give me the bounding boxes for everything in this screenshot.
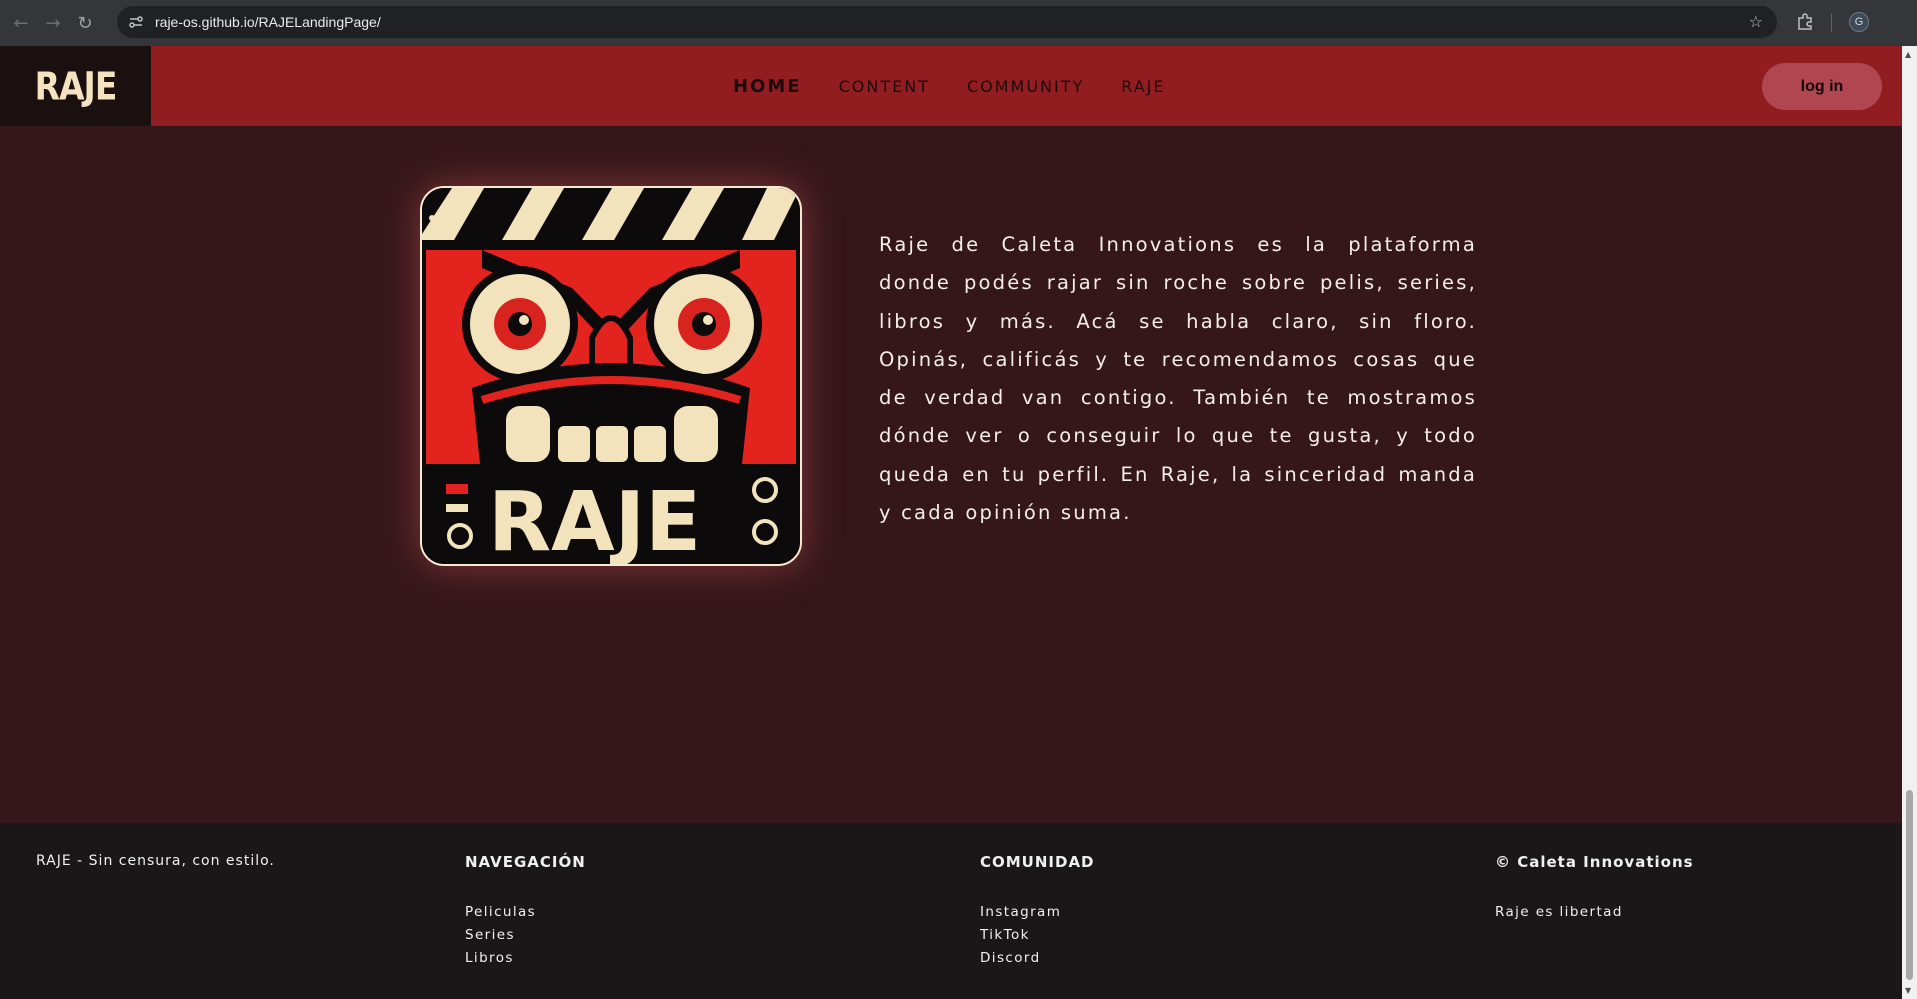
nav-community[interactable]: COMMUNITY: [967, 77, 1084, 96]
footer-link-tiktok[interactable]: TikTok: [980, 924, 1095, 947]
footer-link-peliculas[interactable]: Peliculas: [465, 901, 586, 924]
nav-raje[interactable]: RAJE: [1121, 77, 1165, 96]
browser-toolbar: ← → ↻ raje-os.github.io/RAJELandingPage/…: [0, 0, 1917, 46]
scrollbar-thumb[interactable]: [1906, 790, 1913, 980]
back-icon[interactable]: ←: [10, 12, 32, 34]
svg-text:★: ★: [752, 226, 765, 242]
footer-link-instagram[interactable]: Instagram: [980, 901, 1095, 924]
footer-link-libros[interactable]: Libros: [465, 947, 586, 970]
extensions-icon[interactable]: [1794, 10, 1816, 32]
site-logo[interactable]: RAJE: [0, 46, 151, 126]
logo-text: RAJE: [34, 63, 118, 109]
footer-comunidad: COMUNIDAD Instagram TikTok Discord: [980, 853, 1095, 970]
forward-icon[interactable]: →: [42, 12, 64, 34]
footer-heading-navegacion: NAVEGACIÓN: [465, 853, 586, 871]
address-bar[interactable]: raje-os.github.io/RAJELandingPage/ ☆: [117, 6, 1777, 38]
logo-word: RAJE: [488, 475, 701, 564]
nav-home[interactable]: HOME: [733, 76, 802, 97]
clapperboard-monster-icon: ★ ★ RAJE: [422, 188, 800, 564]
toolbar-divider: [1831, 14, 1832, 32]
footer-link-series[interactable]: Series: [465, 924, 586, 947]
profile-avatar[interactable]: G: [1849, 12, 1869, 32]
site-footer: RAJE - Sin censura, con estilo. NAVEGACI…: [0, 823, 1902, 999]
scroll-down-arrow-icon[interactable]: ▼: [1905, 986, 1911, 995]
footer-motto: Raje es libertad: [1495, 904, 1623, 920]
footer-heading-comunidad: COMUNIDAD: [980, 853, 1095, 871]
login-button[interactable]: log in: [1762, 63, 1882, 110]
url-text[interactable]: raje-os.github.io/RAJELandingPage/: [155, 14, 381, 30]
svg-text:★: ★: [772, 221, 780, 231]
footer-copyright: © Caleta Innovations Raje es libertad: [1495, 853, 1694, 924]
footer-navegacion: NAVEGACIÓN Peliculas Series Libros: [465, 853, 586, 970]
reload-icon[interactable]: ↻: [74, 12, 96, 34]
platform-description: Raje de Caleta Innovations es la platafo…: [879, 233, 1477, 525]
site-header: RAJE HOME CONTENT COMMUNITY RAJE log in: [0, 46, 1902, 126]
footer-brand: RAJE - Sin censura, con estilo.: [36, 853, 275, 869]
raje-mascot-logo: ★ ★ RAJE: [420, 186, 802, 566]
footer-heading-copyright: © Caleta Innovations: [1495, 853, 1694, 871]
site-settings-icon[interactable]: [127, 13, 145, 31]
nav-content[interactable]: CONTENT: [839, 77, 930, 96]
scroll-up-arrow-icon[interactable]: ▲: [1905, 50, 1911, 59]
page-scrollbar[interactable]: ▲ ▼: [1902, 46, 1917, 999]
bookmark-star-icon[interactable]: ☆: [1749, 12, 1763, 31]
main-nav: HOME CONTENT COMMUNITY RAJE: [733, 46, 1166, 126]
footer-tagline: RAJE - Sin censura, con estilo.: [36, 853, 275, 869]
footer-link-discord[interactable]: Discord: [980, 947, 1095, 970]
